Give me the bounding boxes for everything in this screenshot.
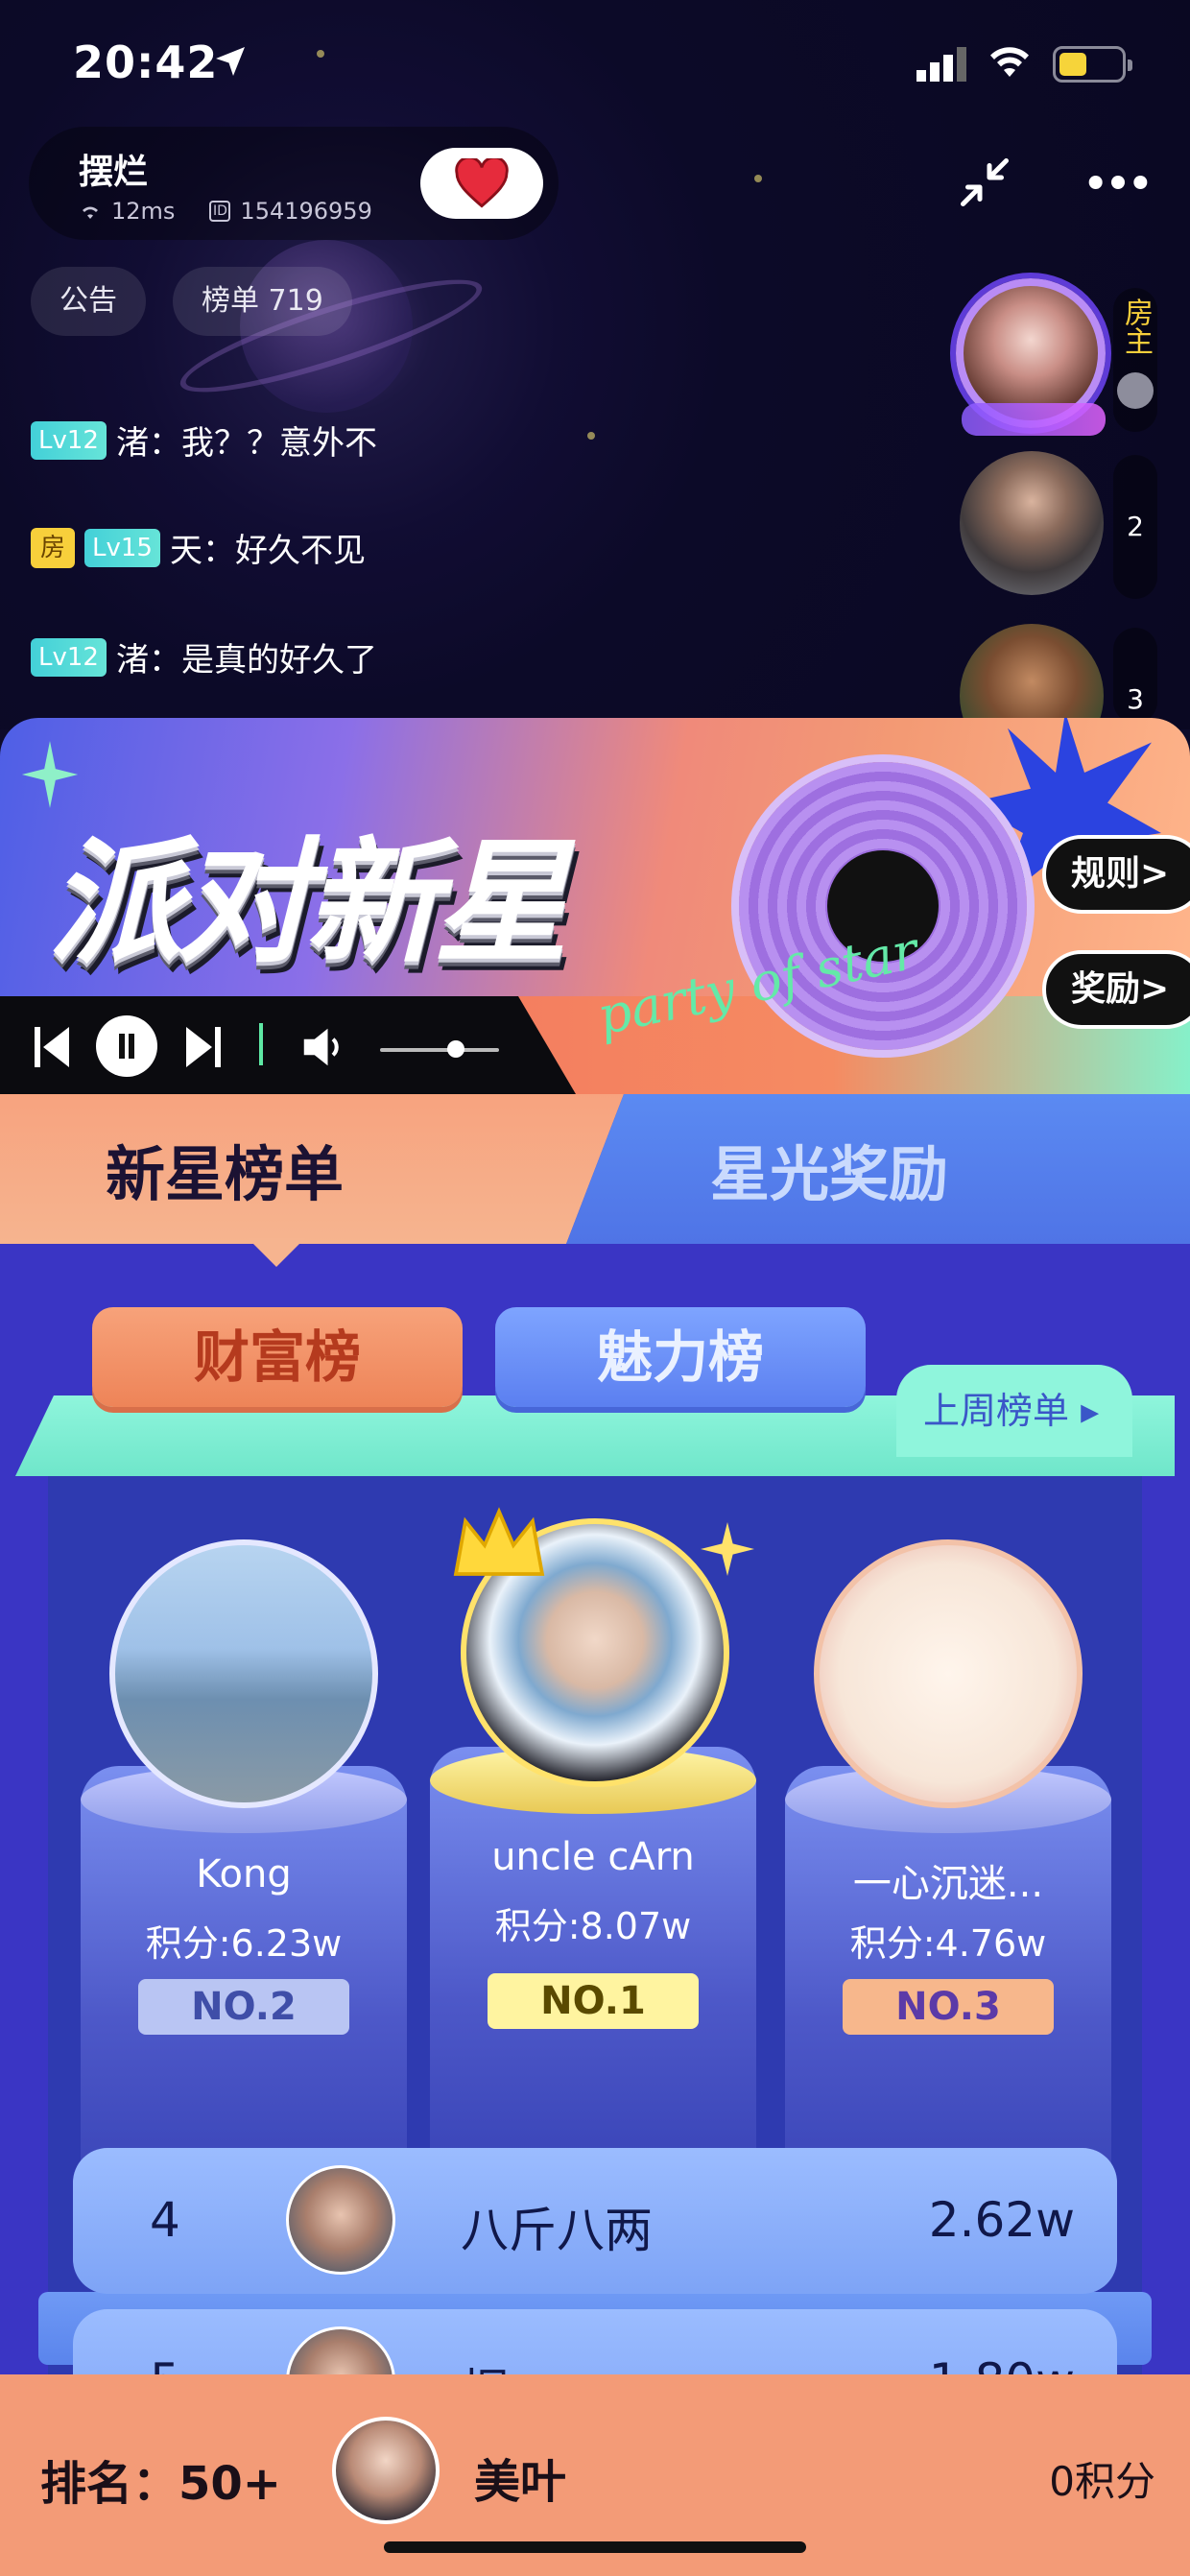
podium-first [430,1747,756,2169]
event-banner: 派对新星 party of star 规则> 奖励> [0,718,1190,1094]
my-name: 美叶 [474,2455,567,2509]
row-name: 八斤八两 [461,2203,653,2258]
volume-icon[interactable] [301,1023,344,1071]
podium-name: Kong [196,1852,292,1896]
row-score: 2.62w [928,2192,1075,2248]
avatar-second-place[interactable] [109,1539,378,1808]
clock: 20:42 [73,36,219,88]
star-decoration [587,432,595,440]
my-rank: 排名：50+ [40,2457,282,2511]
podium-third [785,1766,1111,2188]
next-track-icon[interactable] [186,1023,221,1071]
tab-label: 新星榜单 [106,1139,345,1209]
player-divider [259,1023,263,1065]
seat-number: 2 [1113,455,1157,599]
rules-button[interactable]: 规则> [1042,835,1190,914]
live-room-area: 20:42 摆烂 12ms ID 154196959 公告 榜单 719 Lv1… [0,0,1190,729]
microphone-icon[interactable] [1117,372,1154,409]
table-row[interactable]: 4 八斤八两 2.62w [73,2148,1117,2292]
podium-score: 积分:4.76w [849,1922,1047,1965]
host-tag: 房主 [1113,288,1157,432]
chat-text: 渚：是真的好久了 [115,641,377,680]
chat-message: Lv12 渚：是真的好久了 [31,633,377,680]
owner-badge: 房 [31,527,75,568]
host-frame-badge [962,403,1106,436]
host-tag-label: 房主 [1119,298,1153,355]
home-indicator[interactable] [384,2541,806,2553]
tab-label: 星光奖励 [710,1139,949,1209]
music-player [0,996,576,1094]
last-week-ranking-button[interactable]: 上周榜单 ▸ [896,1365,1132,1457]
heart-icon [455,158,509,208]
network-icon [83,206,98,219]
podium-score: 积分:6.23w [145,1922,343,1965]
volume-slider[interactable] [380,1048,499,1052]
rank-badge: NO.3 [843,1979,1054,2035]
podium-score: 积分:8.07w [494,1905,692,1947]
podium-second [81,1766,407,2188]
avatar-third-place[interactable] [814,1539,1083,1808]
volume-slider-knob[interactable] [447,1040,464,1058]
room-info-pill[interactable]: 摆烂 12ms ID 154196959 [29,127,559,240]
chat-text: 渚：我？？意外不 [115,424,377,463]
rank-badge: NO.1 [488,1973,699,2029]
more-icon[interactable] [1084,154,1152,211]
chat-message: Lv12 渚：我？？意外不 [31,417,377,464]
wifi-icon [990,47,1029,77]
avatar[interactable] [286,2165,395,2275]
level-badge: Lv15 [84,528,160,567]
follow-button[interactable] [420,148,543,219]
seat-avatar[interactable] [960,451,1104,595]
chat-message: 房 Lv15 天：好久不见 [31,524,366,571]
cellular-signal-icon [916,47,966,82]
chat-text: 天：好久不见 [169,532,366,570]
battery-icon [1053,46,1132,83]
banner-title: 派对新星 [48,825,568,982]
reward-button[interactable]: 奖励> [1042,950,1190,1029]
ranking-tab[interactable]: 榜单 719 [173,267,352,336]
rank-badge: NO.2 [138,1979,349,2035]
active-tab-caret [248,1238,305,1267]
status-bar: 20:42 [0,0,1190,125]
previous-track-icon[interactable] [35,1023,69,1071]
announcement-tab[interactable]: 公告 [31,267,146,336]
minimize-icon[interactable] [956,154,1013,211]
room-id: 154196959 [240,198,372,225]
podium-name: 一心沉迷... [852,1862,1044,1906]
id-icon: ID [209,201,231,222]
level-badge: Lv12 [31,637,107,677]
podium-name: uncle cArn [491,1835,695,1879]
leaderboard: 新星榜单 星光奖励 上周榜单 ▸ 财富榜 魅力榜 Kong 积分:6.23w N… [0,1094,1190,2576]
tab-wealth-ranking[interactable]: 财富榜 [92,1307,463,1407]
sparkle-icon [701,1522,754,1576]
room-name: 摆烂 [79,153,149,192]
row-rank: 4 [150,2192,180,2248]
level-badge: Lv12 [31,420,107,460]
pause-icon[interactable] [96,1015,157,1077]
ping-value: 12ms [111,198,176,225]
my-avatar[interactable] [332,2417,440,2524]
star-decoration [754,175,762,182]
seat-number: 3 [1113,628,1157,724]
tab-charm-ranking[interactable]: 魅力榜 [495,1307,866,1407]
tab-new-star-ranking[interactable]: 新星榜单 [0,1094,624,1244]
location-arrow-icon [216,47,245,76]
my-points: 0积分 [1049,2458,1155,2505]
seat-avatar[interactable] [960,624,1104,729]
tab-star-rewards[interactable]: 星光奖励 [566,1094,1190,1244]
crown-icon [453,1507,545,1576]
room-meta: 12ms ID 154196959 [79,198,372,225]
